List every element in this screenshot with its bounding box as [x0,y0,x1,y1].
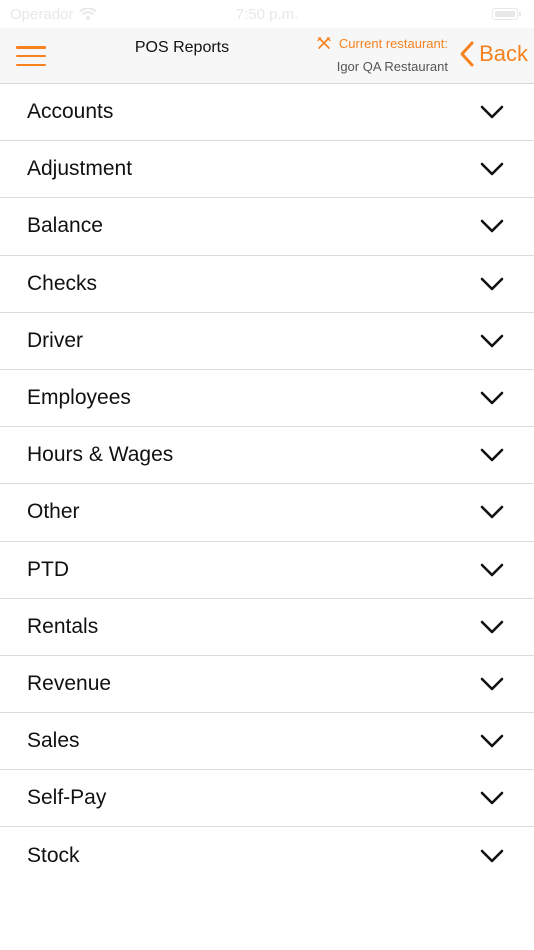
report-row-label: Sales [27,729,80,753]
report-row-label: Self-Pay [27,786,107,810]
report-row-label: Accounts [27,100,114,124]
current-restaurant-label: Current restaurant: [338,36,448,51]
menu-line [16,63,46,66]
report-row-label: Balance [27,214,103,238]
report-row[interactable]: Stock [0,827,534,884]
chevron-down-icon [480,162,504,176]
report-row[interactable]: Sales [0,713,534,771]
menu-line [16,54,46,58]
page-title: POS Reports [134,39,230,56]
chevron-down-icon [480,277,504,290]
current-restaurant-name: Igor QA Restaurant [336,59,448,74]
report-row-label: Rentals [27,614,99,638]
utensils-icon [317,36,331,49]
wifi-icon [79,7,98,20]
menu-line [16,46,46,49]
battery-icon [492,8,521,20]
report-row[interactable]: Self-Pay [0,770,534,828]
chevron-down-icon [480,849,504,863]
carrier-name: Operador [10,5,74,23]
report-row-label: Stock [27,844,80,868]
hamburger-menu-button[interactable] [14,42,48,70]
report-row[interactable]: Employees [0,370,534,428]
chevron-down-icon [480,391,504,405]
report-row[interactable]: Checks [0,256,534,313]
report-row[interactable]: Accounts [0,84,534,142]
report-row[interactable]: Adjustment [0,141,534,199]
current-restaurant-label-row: Current restaurant: [317,36,448,51]
report-row-label: Hours & Wages [27,443,174,467]
back-button[interactable]: Back [459,40,528,68]
report-row[interactable]: Hours & Wages [0,427,534,485]
report-row-label: Revenue [27,671,112,695]
report-row-label: Employees [27,386,131,410]
chevron-down-icon [480,334,504,348]
report-row[interactable]: Revenue [0,656,534,714]
chevron-down-icon [480,734,504,748]
report-row[interactable]: PTD [0,542,534,599]
status-bar: Operador 7:50 p.m. [0,0,534,28]
chevron-down-icon [480,448,504,462]
report-row-label: Other [27,500,80,524]
back-label: Back [479,41,528,66]
navigation-bar: POS Reports Current restaurant: Igor QA … [0,28,534,84]
chevron-down-icon [480,220,504,233]
chevron-down-icon [480,506,504,519]
current-restaurant: Current restaurant: Igor QA Restaurant [317,36,448,74]
report-row[interactable]: Rentals [0,599,534,656]
chevron-down-icon [480,105,504,119]
status-left: Operador [10,5,98,23]
chevron-left-icon [460,41,474,67]
report-row-label: Driver [27,328,83,352]
report-row[interactable]: Driver [0,313,534,370]
report-row[interactable]: Balance [0,198,534,256]
report-row-label: PTD [27,557,69,581]
report-row-label: Checks [27,271,98,295]
chevron-down-icon [480,620,504,634]
chevron-down-icon [480,677,504,691]
chevron-down-icon [480,792,504,805]
reports-list: Accounts Adjustment Balance Checks Driver Emp… [0,84,534,885]
report-row-label: Adjustment [27,157,133,181]
chevron-down-icon [480,563,504,576]
report-row[interactable]: Other [0,484,534,542]
